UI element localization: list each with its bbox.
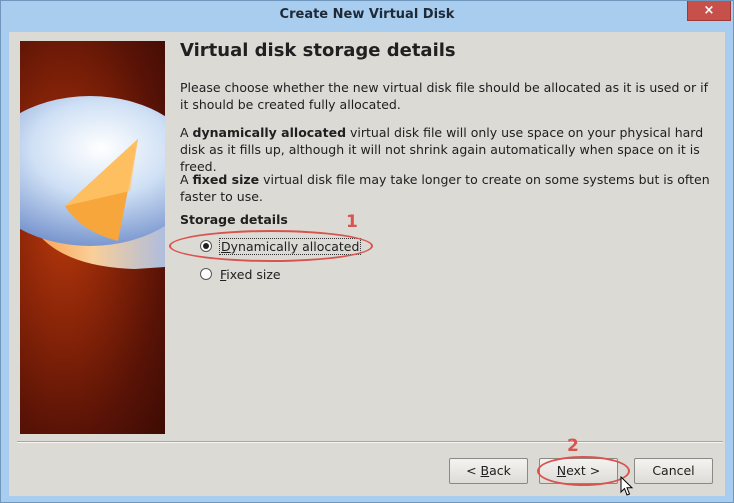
fixed-term: fixed size — [192, 172, 260, 187]
annotation-ellipse-1 — [169, 230, 373, 262]
radio-label-fixed-rest: ixed size — [226, 266, 281, 282]
radio-fixed-size[interactable]: Fixed size — [200, 265, 281, 283]
wizard-disk-illustration — [20, 41, 165, 434]
close-icon: × — [703, 3, 715, 18]
dynamic-description: A dynamically allocated virtual disk fil… — [180, 124, 710, 175]
radio-label-fixed: Fixed size — [220, 267, 281, 282]
back-prefix: < — [466, 463, 481, 478]
storage-details-label: Storage details — [180, 212, 288, 227]
fixed-prefix: A — [180, 172, 193, 187]
mouse-cursor-icon — [620, 476, 634, 496]
intro-text: Please choose whether the new virtual di… — [180, 80, 709, 112]
back-rest: ack — [489, 463, 511, 478]
dialog-body: Virtual disk storage details Please choo… — [9, 32, 725, 496]
annotation-number-2: 2 — [567, 436, 579, 456]
mnemonic-b: B — [480, 463, 490, 478]
back-button[interactable]: < Back — [449, 458, 528, 484]
close-button[interactable]: × — [687, 1, 731, 21]
radio-unchecked-icon[interactable] — [200, 268, 212, 280]
dialog-window: Create New Virtual Disk × Virtual disk s… — [0, 0, 734, 503]
annotation-ellipse-2 — [537, 456, 630, 486]
disk-illustration-icon — [20, 96, 165, 269]
title-bar[interactable]: Create New Virtual Disk × — [1, 1, 733, 31]
cancel-button[interactable]: Cancel — [634, 458, 713, 484]
fixed-rest: virtual disk file may take longer to cre… — [180, 172, 710, 204]
dynamic-prefix: A — [180, 125, 193, 140]
annotation-number-1: 1 — [346, 212, 358, 232]
window-title: Create New Virtual Disk — [279, 7, 455, 22]
dynamic-term: dynamically allocated — [192, 125, 347, 140]
button-separator — [17, 441, 723, 443]
page-title: Virtual disk storage details — [180, 40, 456, 61]
fixed-description: A fixed size virtual disk file may take … — [180, 171, 710, 205]
